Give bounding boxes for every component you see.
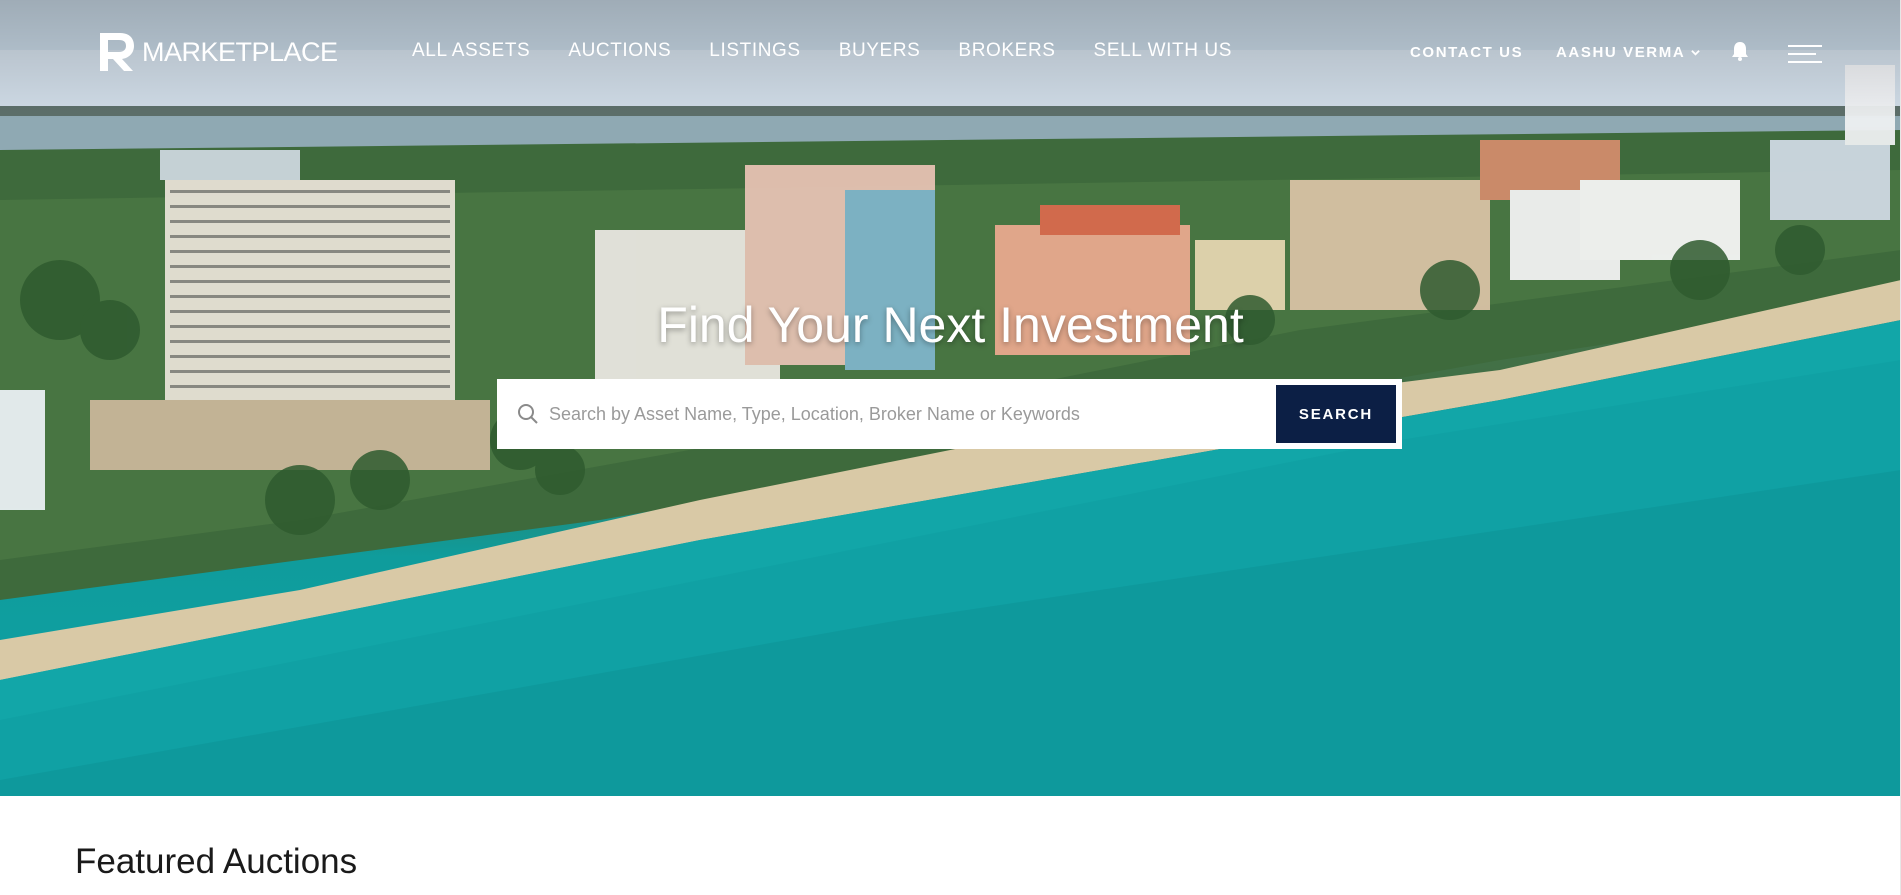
brand-name: MARKETPLACE xyxy=(142,36,338,67)
nav-buyers[interactable]: BUYERS xyxy=(839,40,921,62)
featured-auctions-heading: Featured Auctions xyxy=(75,842,358,881)
user-name: AASHU VERMA xyxy=(1556,44,1686,61)
nav-auctions[interactable]: AUCTIONS xyxy=(568,40,671,62)
search-icon xyxy=(518,404,538,424)
main-nav: ALL ASSETS AUCTIONS LISTINGS BUYERS BROK… xyxy=(412,40,1270,62)
bell-icon[interactable] xyxy=(1729,40,1751,62)
hero-headline: Find Your Next Investment xyxy=(657,297,1244,353)
user-menu[interactable]: AASHU VERMA xyxy=(1556,44,1701,61)
brand-logo[interactable]: MARKETPLACE xyxy=(98,30,338,74)
chevron-down-icon xyxy=(1691,50,1701,56)
hamburger-menu-icon[interactable] xyxy=(1788,44,1822,64)
search-button[interactable]: SEARCH xyxy=(1276,385,1396,443)
hero-banner: MARKETPLACE ALL ASSETS AUCTIONS LISTINGS… xyxy=(0,0,1901,796)
nav-listings[interactable]: LISTINGS xyxy=(709,40,800,62)
logo-r-icon xyxy=(100,33,134,71)
search-input[interactable] xyxy=(547,395,1247,433)
nav-brokers[interactable]: BROKERS xyxy=(958,40,1055,62)
search-bar: SEARCH xyxy=(497,379,1402,449)
nav-sell-with-us[interactable]: SELL WITH US xyxy=(1094,40,1232,62)
contact-us-link[interactable]: CONTACT US xyxy=(1410,44,1523,61)
top-navigation: MARKETPLACE ALL ASSETS AUCTIONS LISTINGS… xyxy=(0,0,1901,108)
utility-nav: CONTACT US AASHU VERMA xyxy=(1410,44,1701,61)
nav-all-assets[interactable]: ALL ASSETS xyxy=(412,40,530,62)
